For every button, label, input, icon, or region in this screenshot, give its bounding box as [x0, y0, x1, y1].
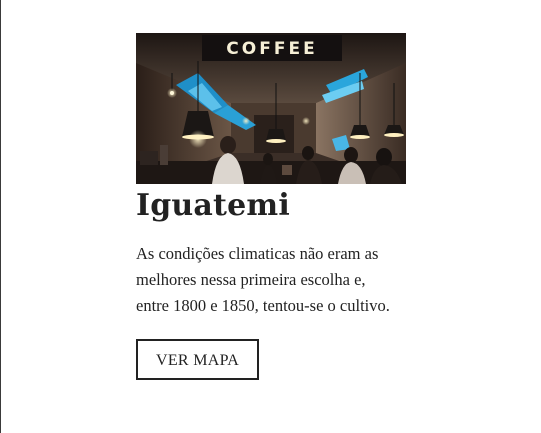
location-card: COFFEE Iguatemi As condições climaticas … [136, 33, 407, 380]
coffee-sign-text: COFFEE [226, 39, 317, 59]
page: COFFEE Iguatemi As condições climaticas … [0, 0, 541, 433]
coffee-shop-photo: COFFEE [136, 33, 406, 184]
card-description: As condições climaticas não eram as melh… [136, 244, 390, 315]
card-title: Iguatemi [136, 188, 290, 223]
view-map-button[interactable]: VER MAPA [136, 339, 260, 380]
